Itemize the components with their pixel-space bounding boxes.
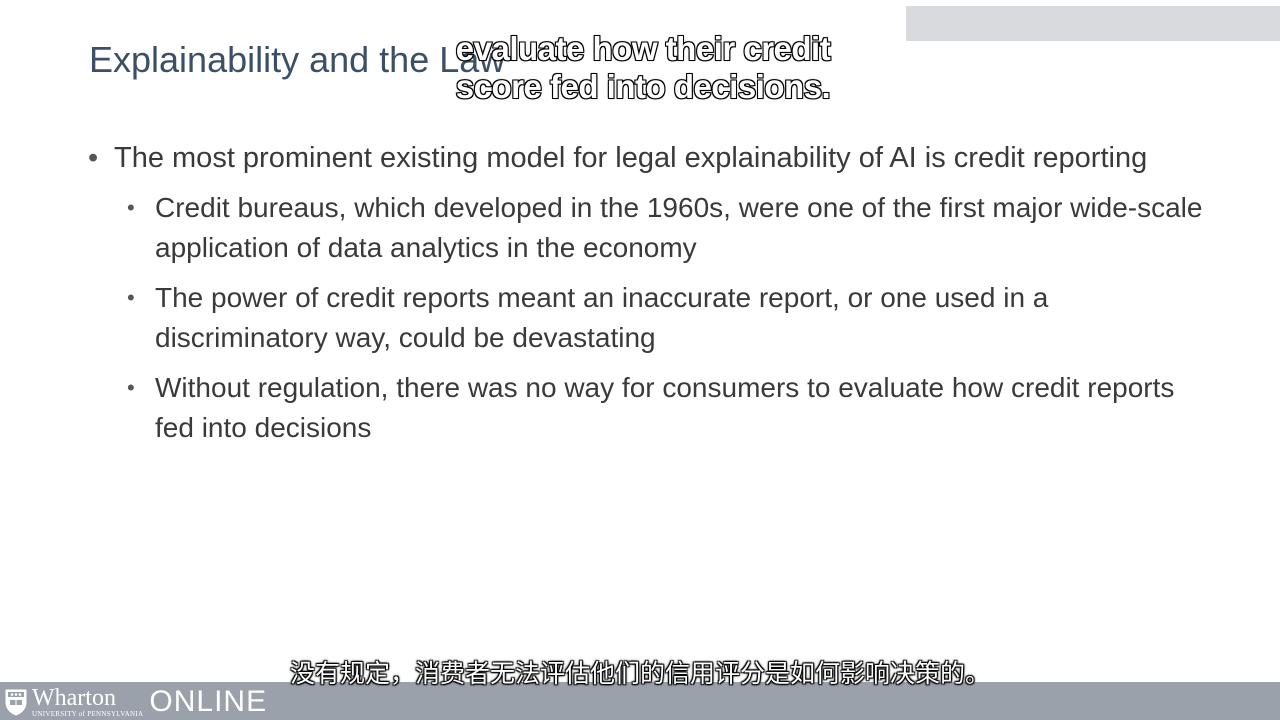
slide: Explainability and the Law • The most pr… xyxy=(0,0,1280,720)
wharton-online-logo: Wharton UNIVERSITY of PENNSYLVANIA ONLIN… xyxy=(4,684,267,720)
bullet-text: Without regulation, there was no way for… xyxy=(155,372,1175,443)
bullet-text: Credit bureaus, which developed in the 1… xyxy=(155,192,1203,263)
bullet-item-level-2: • Without regulation, there was no way f… xyxy=(86,368,1206,448)
bullet-dot: • xyxy=(88,142,99,174)
bullet-dot: • xyxy=(127,285,135,310)
english-subtitle: evaluate how their credit score fed into… xyxy=(443,29,843,106)
logo-online: ONLINE xyxy=(149,685,268,718)
logo-brand: Wharton xyxy=(32,685,116,711)
logo-wordmark: Wharton UNIVERSITY of PENNSYLVANIA xyxy=(32,686,143,718)
bullet-item-level-2: • Credit bureaus, which developed in the… xyxy=(86,188,1206,268)
bullet-text: The most prominent existing model for le… xyxy=(114,142,1148,174)
logo-subtitle: UNIVERSITY of PENNSYLVANIA xyxy=(32,710,144,718)
bullet-text: The power of credit reports meant an ina… xyxy=(155,282,1049,353)
bullet-item-level-1: • The most prominent existing model for … xyxy=(86,138,1206,178)
top-decorative-bar xyxy=(906,6,1280,41)
bullet-dot: • xyxy=(127,195,135,220)
english-subtitle-line-2: score fed into decisions. xyxy=(455,67,832,106)
english-subtitle-line-1: evaluate how their credit xyxy=(455,29,832,68)
bullet-item-level-2: • The power of credit reports meant an i… xyxy=(86,278,1206,358)
penn-shield-icon xyxy=(5,689,27,716)
bullet-dot: • xyxy=(127,375,135,400)
bullet-list: • The most prominent existing model for … xyxy=(86,138,1206,458)
